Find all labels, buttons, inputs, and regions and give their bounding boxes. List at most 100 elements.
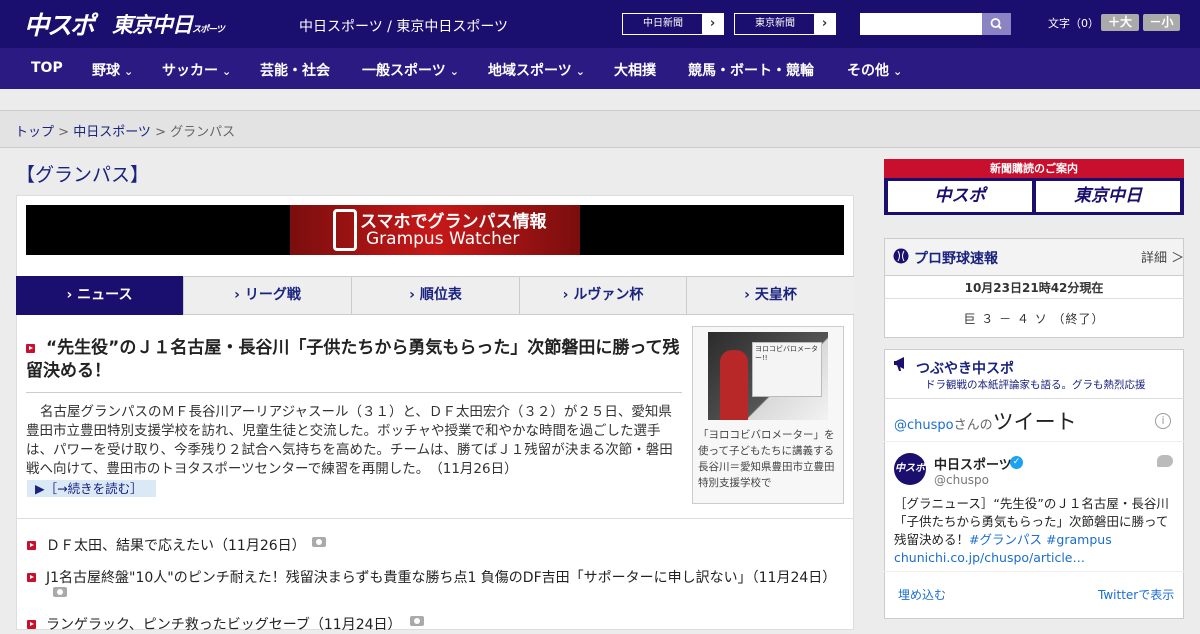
search-button[interactable] xyxy=(982,13,1011,35)
san-text: さんの xyxy=(953,418,993,433)
tweet-author-name[interactable]: 中日スポーツ xyxy=(934,454,1012,473)
twitter-handle-link[interactable]: @chuspo xyxy=(894,418,954,433)
nav-label: TOP xyxy=(31,60,63,76)
search-input[interactable] xyxy=(860,13,982,35)
nav-label: 一般スポーツ xyxy=(362,63,446,79)
chevron-right-icon: › xyxy=(702,14,723,34)
nav-item-general-sports[interactable]: 一般スポーツ ⌄ xyxy=(362,60,459,80)
banner-line2: Grampus Watcher xyxy=(366,229,520,249)
font-size-label: 文字（0） xyxy=(1048,17,1099,30)
logo-text: 東京中日 xyxy=(112,13,193,37)
nav-item-top[interactable]: TOP xyxy=(31,60,63,76)
smartphone-icon xyxy=(333,209,357,251)
camera-icon xyxy=(312,537,326,547)
font-bigger-button[interactable]: ＋大 xyxy=(1101,14,1139,31)
chevron-down-icon: ⌄ xyxy=(222,65,232,78)
ext-link-label: 東京新聞 xyxy=(755,18,795,29)
tab-label: 天皇杯 xyxy=(754,287,797,303)
camera-icon xyxy=(410,616,424,626)
read-more-link[interactable]: ▶［→続きを読む］ xyxy=(27,480,156,497)
nav-item-other[interactable]: その他 ⌄ xyxy=(847,60,902,80)
list-marker-icon xyxy=(27,541,36,550)
tab-label: ニュース xyxy=(77,287,133,303)
photo-person xyxy=(720,350,748,420)
subscribe-tokyo-chunichi-button[interactable]: 東京中日 xyxy=(1036,181,1180,212)
nav-item-local-sports[interactable]: 地域スポーツ ⌄ xyxy=(488,60,585,80)
tweet-word: ツイート xyxy=(992,410,1077,434)
tweet-link[interactable]: chunichi.co.jp/chuspo/article… xyxy=(894,550,1085,565)
baseball-icon xyxy=(893,248,909,264)
site-name: 中日スポーツ / 東京中日スポーツ xyxy=(299,19,509,35)
chuspo-logo[interactable]: 中スポ xyxy=(24,6,95,42)
nav-item-entertainment[interactable]: 芸能・社会 xyxy=(260,60,330,80)
nav-item-soccer[interactable]: サッカー ⌄ xyxy=(162,60,231,80)
camera-icon xyxy=(53,587,67,597)
tokyo-chunichi-logo[interactable]: 東京中日スポーツ xyxy=(112,9,225,39)
tab-label: ルヴァン杯 xyxy=(573,287,644,303)
logo-small-text: スポーツ xyxy=(192,25,225,35)
list-marker-icon xyxy=(27,573,36,582)
tweet-author-handle[interactable]: @chuspo xyxy=(934,473,989,487)
chunichi-shimbun-link[interactable]: 中日新聞 › xyxy=(622,13,724,35)
tab-prefix: › xyxy=(66,287,78,303)
nav-label: その他 xyxy=(847,63,889,79)
font-smaller-button[interactable]: －小 xyxy=(1143,14,1180,31)
megaphone-icon xyxy=(894,357,904,371)
tweet-text: ［グラニュース］“先生役”のＪ１名古屋・長谷川「子供たちから勇気もらった」次節磐… xyxy=(894,495,1176,567)
nav-label: 地域スポーツ xyxy=(488,63,572,79)
view-on-twitter-link[interactable]: Twitterで表示 xyxy=(1098,586,1174,603)
chevron-down-icon: ⌄ xyxy=(449,65,459,78)
breadcrumb-top[interactable]: トップ xyxy=(15,125,54,140)
tab-league[interactable]: › リーグ戦 xyxy=(184,276,352,315)
breadcrumb-current: グランパス xyxy=(170,125,236,140)
nav-label: サッカー xyxy=(162,63,218,79)
nav-label: 野球 xyxy=(92,63,120,79)
baseball-timestamp: 10月23日21時42分現在 xyxy=(964,281,1104,295)
twitter-bird-icon[interactable] xyxy=(1157,455,1173,467)
tab-news[interactable]: › ニュース xyxy=(16,276,184,315)
divider xyxy=(884,571,1184,572)
tab-levain-cup[interactable]: › ルヴァン杯 xyxy=(520,276,687,315)
twitter-widget-subtitle: ドラ観戦の本紙評論家も語る。グラも熱烈応援 xyxy=(925,379,1146,391)
tweet-hashtags[interactable]: #グランパス #grampus xyxy=(969,532,1112,547)
search-icon xyxy=(990,18,1002,30)
breadcrumb-separator: > xyxy=(150,125,171,140)
tab-prefix: › xyxy=(409,287,420,303)
tab-label: 順位表 xyxy=(419,287,462,303)
photo-board: ヨロコビバロメーター!! xyxy=(752,342,822,397)
news-list-item[interactable]: ＤＦ太田、結果で応えたい（11月26日） xyxy=(46,535,306,555)
tokyo-shimbun-link[interactable]: 東京新聞 › xyxy=(734,13,836,35)
ext-link-label: 中日新聞 xyxy=(643,18,683,29)
nav-label: 大相撲 xyxy=(614,63,656,79)
nav-label: 競馬・ボート・競輪 xyxy=(688,63,814,79)
nav-item-baseball[interactable]: 野球 ⌄ xyxy=(92,60,133,80)
subscription-title: 新聞購読のご案内 xyxy=(884,159,1184,178)
tab-emperors-cup[interactable]: › 天皇杯 xyxy=(687,276,854,315)
avatar[interactable]: 中スポ xyxy=(894,453,926,485)
embed-link[interactable]: 埋め込む xyxy=(898,586,946,603)
divider xyxy=(884,398,1184,399)
baseball-title: プロ野球速報 xyxy=(914,251,998,267)
divider xyxy=(26,392,682,393)
baseball-detail-link[interactable]: 詳細 ＞ xyxy=(1141,247,1184,266)
tab-prefix: › xyxy=(562,287,574,303)
news-list-item[interactable]: J1名古屋終盤"10人"のピンチ耐えた！残留決まらずも貴重な勝ち点1 負傷のDF… xyxy=(46,567,836,587)
twitter-widget-title: つぶやき中スポ xyxy=(916,361,1014,377)
breadcrumb-chuspo[interactable]: 中日スポーツ xyxy=(73,125,151,140)
nav-item-sumo[interactable]: 大相撲 xyxy=(614,60,656,80)
article-headline[interactable]: “先生役”のＪ１名古屋・長谷川「子供たちから勇気もらった」次節磐田に勝って残留決… xyxy=(26,337,682,383)
subscribe-chuspo-button[interactable]: 中スポ xyxy=(888,181,1032,212)
tab-standings[interactable]: › 順位表 xyxy=(352,276,520,315)
nav-item-keiba[interactable]: 競馬・ボート・競輪 xyxy=(688,60,814,80)
breadcrumb: トップ > 中日スポーツ > グランパス xyxy=(15,121,235,140)
chevron-down-icon: ⌄ xyxy=(124,65,134,78)
divider xyxy=(16,518,854,519)
news-list-item[interactable]: ランゲラック、ピンチ救ったビッグセーブ（11月24日） xyxy=(46,614,402,634)
divider xyxy=(884,441,1184,442)
breadcrumb-separator: > xyxy=(54,125,74,140)
info-icon[interactable]: i xyxy=(1155,413,1171,429)
chevron-down-icon: ⌄ xyxy=(575,65,585,78)
tab-prefix: › xyxy=(234,287,245,303)
photo-caption: 「ヨロコビバロメーター」を使って子どもたちに講義する長谷川＝愛知県豊田市立豊田特… xyxy=(698,429,835,489)
baseball-score[interactable]: 巨 ３ － ４ ソ （終了） xyxy=(884,310,1184,327)
